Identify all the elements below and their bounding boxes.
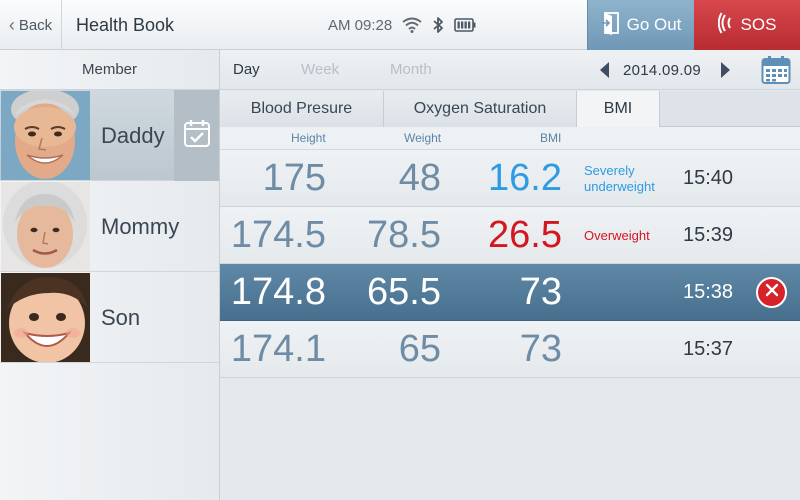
measurement-time: 15:38	[683, 281, 734, 303]
column-header-bmi: BMI	[540, 131, 562, 145]
member-name: Mommy	[101, 214, 180, 239]
measurement-time: 15:37	[683, 338, 734, 360]
column-header-height: Height	[291, 131, 326, 145]
weight-value: 48	[398, 157, 441, 199]
period-month[interactable]: Month	[390, 50, 432, 90]
go-out-label: Go Out	[626, 15, 682, 34]
period-week[interactable]: Week	[301, 50, 339, 90]
page-title: Health Book	[76, 15, 175, 35]
height-value: 175	[262, 157, 326, 199]
tab-blood-pressure[interactable]: Blood Presure	[220, 91, 384, 127]
bmi-value: 26.5	[488, 214, 562, 256]
go-out-button[interactable]: Go Out	[587, 0, 694, 50]
sos-label: SOS	[740, 15, 777, 34]
member-header: Member	[0, 50, 219, 90]
weight-value: 78.5	[367, 214, 441, 256]
main-panel: Day Week Month 2014.09.09 Blood Presure …	[220, 50, 800, 500]
previous-date-arrow-icon[interactable]	[600, 62, 609, 78]
clock: AM 09:28	[328, 16, 393, 34]
period-day[interactable]: Day	[233, 50, 260, 90]
member-item-daddy[interactable]: Daddy	[0, 90, 219, 181]
table-row[interactable]: 174.8 65.5 73 15:38	[220, 264, 800, 321]
close-icon	[765, 283, 779, 302]
measurement-tabs: Blood Presure Oxygen Saturation BMI	[220, 91, 800, 127]
measurement-time: 15:39	[683, 224, 734, 246]
bmi-value: 73	[519, 271, 562, 313]
height-value: 174.1	[230, 328, 326, 370]
status-area: AM 09:28	[328, 0, 476, 50]
member-name: Son	[101, 305, 141, 330]
member-sidebar: Member Daddy Mommy Son	[0, 50, 220, 500]
member-item-mommy[interactable]: Mommy	[0, 181, 219, 272]
battery-icon	[454, 18, 476, 32]
column-header-weight: Weight	[404, 131, 442, 145]
tab-oxygen-saturation[interactable]: Oxygen Saturation	[384, 91, 577, 127]
calendar-check-icon	[183, 118, 211, 153]
table-row[interactable]: 174.1 65 73 15:37	[220, 321, 800, 378]
table-row[interactable]: 175 48 16.2 Severely underweight 15:40	[220, 150, 800, 207]
signal-waves-icon	[717, 12, 736, 39]
calendar-icon[interactable]	[761, 55, 791, 90]
measurement-time: 15:40	[683, 167, 734, 189]
weight-value: 65.5	[367, 271, 441, 313]
delete-record-button[interactable]	[756, 277, 787, 308]
avatar	[1, 182, 90, 271]
weight-value: 65	[398, 328, 441, 370]
date-navigator: 2014.09.09	[600, 50, 731, 90]
bluetooth-icon	[432, 16, 444, 34]
table-column-headers: Height Weight BMI	[220, 127, 800, 150]
height-value: 174.5	[230, 214, 326, 256]
sos-button[interactable]: SOS	[694, 0, 800, 50]
top-bar: ‹ Back Health Book AM 09:28 Go Out SOS	[0, 0, 800, 50]
chevron-left-icon: ‹	[8, 14, 15, 35]
height-value: 174.8	[230, 271, 326, 313]
back-button[interactable]: ‹ Back	[0, 0, 62, 50]
wifi-icon	[402, 17, 422, 33]
bmi-status-label: Overweight	[584, 227, 650, 243]
bmi-status-label: Severely underweight	[584, 162, 655, 194]
period-bar: Day Week Month 2014.09.09	[220, 50, 800, 90]
tab-bmi[interactable]: BMI	[577, 91, 660, 127]
table-row[interactable]: 174.5 78.5 26.5 Overweight 15:39	[220, 207, 800, 264]
member-calendar-button[interactable]	[174, 90, 219, 181]
current-date: 2014.09.09	[623, 61, 702, 79]
member-name: Daddy	[101, 123, 165, 148]
exit-door-icon	[601, 11, 621, 40]
bmi-value: 16.2	[488, 157, 562, 199]
bmi-value: 73	[519, 328, 562, 370]
avatar	[1, 91, 90, 180]
member-item-son[interactable]: Son	[0, 272, 219, 363]
back-label: Back	[18, 16, 53, 34]
next-date-arrow-icon[interactable]	[721, 62, 731, 78]
avatar	[1, 273, 90, 362]
